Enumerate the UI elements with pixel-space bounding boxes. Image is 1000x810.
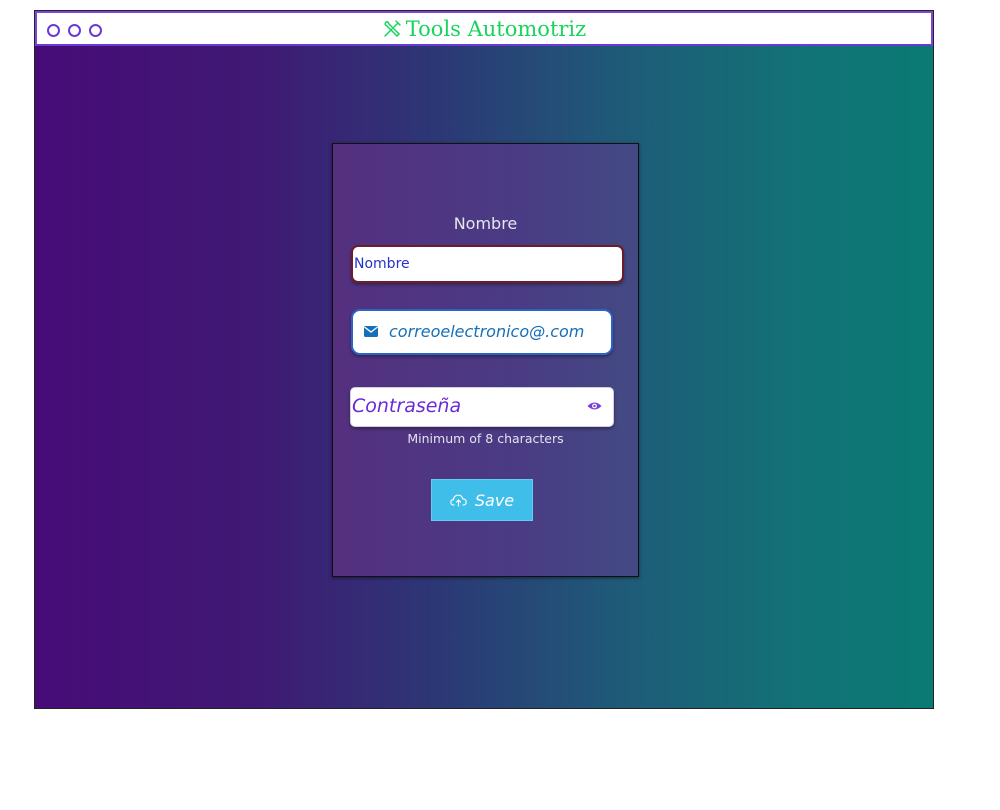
app-title: Tools Automotriz <box>37 17 931 41</box>
registration-card: Nombre Nombre correoelectronico@.com Con… <box>332 143 639 577</box>
name-label: Nombre <box>453 214 518 233</box>
password-placeholder: Contraseña <box>352 395 462 417</box>
email-value: correoelectronico@.com <box>389 322 585 341</box>
tools-icon <box>384 20 401 38</box>
email-field[interactable]: correoelectronico@.com <box>351 309 613 355</box>
title-bar: Tools Automotriz <box>35 11 933 46</box>
cloud-upload-icon <box>450 494 467 506</box>
main-content: Nombre Nombre correoelectronico@.com Con… <box>35 46 933 708</box>
eye-icon[interactable] <box>587 401 602 411</box>
app-window: Tools Automotriz Nombre Nombre correoele… <box>34 10 934 709</box>
password-hint: Minimum of 8 characters <box>407 431 564 446</box>
envelope-icon <box>364 326 378 337</box>
save-label: Save <box>474 490 515 510</box>
name-input[interactable]: Nombre <box>351 245 624 283</box>
save-button[interactable]: Save <box>431 479 533 521</box>
password-field[interactable]: Contraseña <box>350 387 614 427</box>
app-title-text: Tools Automotriz <box>405 17 587 41</box>
